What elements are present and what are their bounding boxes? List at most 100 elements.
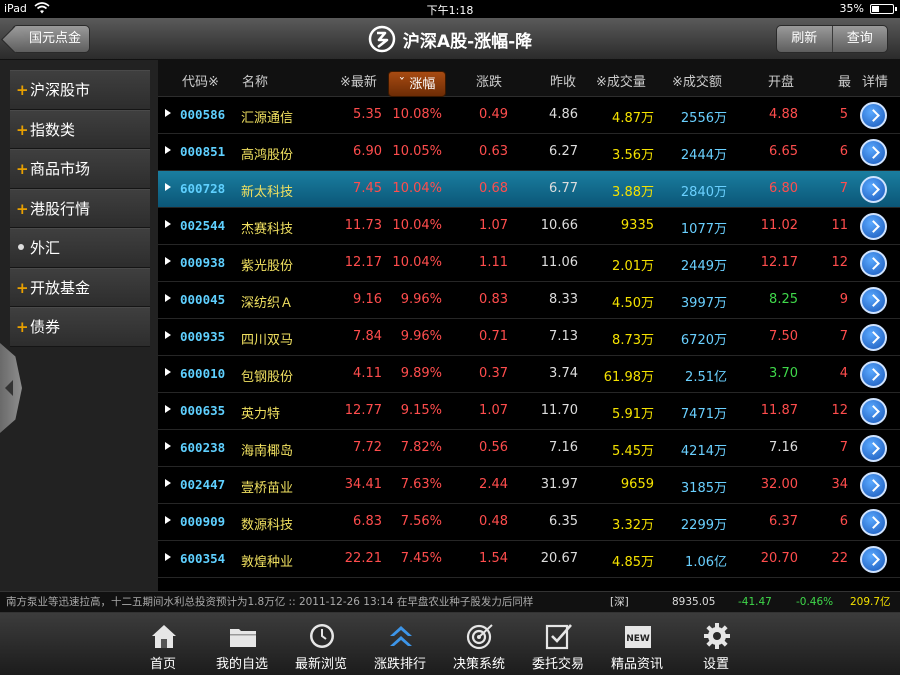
- ticker-news[interactable]: 南方泵业等迅速拉高，十二五期间水利总投资预计为1.8万亿 :: 2011-12-…: [6, 592, 606, 612]
- svg-text:NEW: NEW: [626, 634, 650, 644]
- cell-name: 壹桥苗业: [241, 481, 294, 496]
- tab-home[interactable]: 首页: [123, 613, 203, 675]
- cell-amount: 2556万: [680, 111, 727, 126]
- tab-settings[interactable]: 设置: [676, 613, 756, 675]
- cell-amount: 3185万: [680, 481, 727, 496]
- cell-high: 12: [831, 255, 848, 270]
- detail-chevron-icon[interactable]: [860, 287, 887, 314]
- table-row[interactable]: 600238 海南椰岛 7.72 7.82% 0.56 7.16 5.45万 4214万 7.1…: [158, 430, 900, 467]
- header-price[interactable]: ※最新: [340, 71, 377, 90]
- table-row[interactable]: 000935 四川双马 7.84 9.96% 0.71 7.13 8.73万 6720万 7.5…: [158, 319, 900, 356]
- sidebar-item[interactable]: +指数类: [10, 109, 150, 149]
- news-ticker[interactable]: 南方泵业等迅速拉高，十二五期间水利总投资预计为1.8万亿 :: 2011-12-…: [0, 591, 900, 613]
- header-high[interactable]: 最: [838, 71, 851, 90]
- cell-change: 0.83: [479, 292, 508, 307]
- sidebar-item[interactable]: +港股行情: [10, 188, 150, 228]
- tab-ranking[interactable]: 涨跌排行: [360, 613, 440, 675]
- cell-change: 2.44: [479, 477, 508, 492]
- refresh-button[interactable]: 刷新: [777, 26, 832, 52]
- cell-code: 600354: [180, 551, 226, 566]
- detail-chevron-icon[interactable]: [860, 250, 887, 277]
- cell-name: 包钢股份: [241, 370, 294, 385]
- sidebar-item[interactable]: +债券: [10, 307, 150, 347]
- title-bar: 沪深A股-涨幅-降 国元点金 刷新 查询: [0, 18, 900, 60]
- table-row[interactable]: 002544 杰赛科技 11.73 10.04% 1.07 10.66 9335 1077万 1…: [158, 208, 900, 245]
- cell-price: 6.83: [353, 514, 382, 529]
- detail-chevron-icon[interactable]: [860, 361, 887, 388]
- detail-chevron-icon[interactable]: [860, 102, 887, 129]
- cell-code: 000635: [180, 403, 226, 418]
- detail-chevron-icon[interactable]: [860, 509, 887, 536]
- battery-percent: 35%: [839, 2, 864, 15]
- new-badge-icon: NEW: [625, 626, 651, 648]
- cell-prev-close: 6.77: [549, 181, 578, 196]
- tab-decision[interactable]: 决策系统: [439, 613, 519, 675]
- cell-amount: 2299万: [680, 518, 727, 533]
- sidebar-item-label: 开放基金: [30, 278, 91, 297]
- row-arrow-icon: [165, 479, 171, 487]
- header-prev[interactable]: 昨收: [550, 71, 576, 90]
- cell-pct: 7.56%: [400, 514, 442, 529]
- header-amt[interactable]: ※成交额: [672, 71, 722, 90]
- tab-label: 涨跌排行: [373, 657, 426, 672]
- detail-chevron-icon[interactable]: [860, 324, 887, 351]
- cell-name: 紫光股份: [241, 259, 294, 274]
- table-row[interactable]: 000909 数源科技 6.83 7.56% 0.48 6.35 3.32万 2299万 6.3…: [158, 504, 900, 541]
- sidebar-item-label: 债券: [30, 318, 61, 336]
- row-arrow-icon: [165, 553, 171, 561]
- table-row[interactable]: 600728 新太科技 7.45 10.04% 0.68 6.77 3.88万 2840万 6.…: [158, 171, 900, 208]
- sidebar-item[interactable]: 外汇: [10, 228, 150, 268]
- expand-plus-icon: +: [16, 120, 29, 139]
- detail-chevron-icon[interactable]: [860, 176, 887, 203]
- detail-chevron-icon[interactable]: [860, 435, 887, 462]
- header-code[interactable]: 代码※: [182, 71, 219, 90]
- detail-chevron-icon[interactable]: [860, 139, 887, 166]
- table-row[interactable]: 000851 高鸿股份 6.90 10.05% 0.63 6.27 3.56万 2444万 6.…: [158, 134, 900, 171]
- sidebar-item[interactable]: +开放基金: [10, 267, 150, 307]
- sort-button-pct[interactable]: ˇ 涨幅: [388, 71, 446, 97]
- cell-code: 600010: [180, 366, 226, 381]
- collapse-handle-icon[interactable]: [0, 343, 22, 433]
- sidebar-list: +沪深股市 +指数类 +商品市场 +港股行情 外汇 +开放基金 +债券: [10, 70, 150, 347]
- tab-news[interactable]: NEW 精品资讯: [597, 613, 677, 675]
- header-vol[interactable]: ※成交量: [596, 71, 646, 90]
- cell-name: 杰赛科技: [241, 222, 294, 237]
- header-open[interactable]: 开盘: [768, 71, 794, 90]
- target-icon: [466, 624, 493, 650]
- detail-chevron-icon[interactable]: [860, 213, 887, 240]
- back-button[interactable]: 国元点金: [12, 25, 90, 53]
- table-row[interactable]: 000635 英力特 12.77 9.15% 1.07 11.70 5.91万 7471万 11…: [158, 393, 900, 430]
- cell-price: 34.41: [344, 477, 382, 492]
- cell-code: 000586: [180, 107, 226, 122]
- tab-label: 首页: [149, 657, 176, 672]
- expand-plus-icon: +: [16, 160, 29, 178]
- tab-watchlist[interactable]: 我的自选: [202, 613, 282, 675]
- sidebar-item[interactable]: +商品市场: [10, 149, 150, 189]
- cell-price: 12.77: [344, 403, 382, 418]
- tab-recent[interactable]: 最新浏览: [281, 613, 361, 675]
- query-button[interactable]: 查询: [831, 26, 888, 52]
- tab-trade[interactable]: 委托交易: [518, 613, 598, 675]
- cell-volume: 5.91万: [612, 407, 654, 422]
- detail-chevron-icon[interactable]: [860, 546, 887, 573]
- table-row[interactable]: 600354 敦煌种业 22.21 7.45% 1.54 20.67 4.85万 1.06亿 2…: [158, 541, 900, 578]
- table-row[interactable]: 000045 深纺织Ａ 9.16 9.96% 0.83 8.33 4.50万 3997万 8.2…: [158, 282, 900, 319]
- cell-open: 4.88: [769, 107, 798, 122]
- cell-change: 1.11: [479, 255, 508, 270]
- cell-prev-close: 3.74: [549, 366, 578, 381]
- cell-change: 0.48: [479, 514, 508, 529]
- detail-chevron-icon[interactable]: [860, 472, 887, 499]
- table-row[interactable]: 600010 包钢股份 4.11 9.89% 0.37 3.74 61.98万 2.51亿 3.…: [158, 356, 900, 393]
- table-row[interactable]: 002447 壹桥苗业 34.41 7.63% 2.44 31.97 9659 3185万 32…: [158, 467, 900, 504]
- sidebar-item[interactable]: +沪深股市: [10, 70, 150, 110]
- header-chg[interactable]: 涨跌: [476, 71, 502, 90]
- detail-chevron-icon[interactable]: [860, 398, 887, 425]
- cell-volume: 8.73万: [612, 333, 654, 348]
- expand-plus-icon: +: [16, 199, 29, 218]
- table-row[interactable]: 000586 汇源通信 5.35 10.08% 0.49 4.86 4.87万 2556万 4.…: [158, 97, 900, 134]
- row-arrow-icon: [165, 220, 171, 228]
- table-row[interactable]: 000938 紫光股份 12.17 10.04% 1.11 11.06 2.01万 2449万…: [158, 245, 900, 282]
- cell-change: 0.37: [479, 366, 508, 381]
- cell-prev-close: 10.66: [540, 218, 578, 233]
- cell-pct: 7.82%: [400, 440, 442, 455]
